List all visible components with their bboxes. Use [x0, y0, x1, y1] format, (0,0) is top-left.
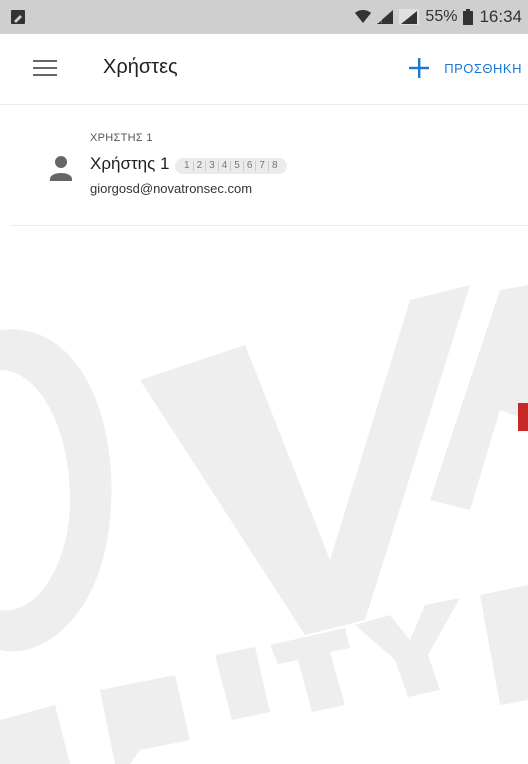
status-time: 16:34 [479, 7, 522, 26]
person-icon [50, 156, 72, 181]
user-name: Χρήστης 1 [90, 154, 170, 173]
notification-icon [11, 10, 25, 24]
slot-badges: 1 2 3 4 5 6 7 8 [175, 158, 287, 174]
hamburger-menu-icon[interactable] [33, 59, 57, 77]
battery-icon [463, 9, 474, 25]
slot-badge: 1 [181, 161, 194, 171]
add-button-label: ΠΡΟΣΘΗΚΗ [444, 60, 522, 76]
add-user-button[interactable]: ΠΡΟΣΘΗΚΗ [408, 48, 528, 88]
status-bar: R 55% 16:34 [0, 0, 528, 34]
slot-badge: 8 [271, 160, 278, 171]
slot-badge: 2 [194, 161, 207, 171]
slot-badge: 3 [206, 161, 219, 171]
list-item[interactable]: ΧΡΗΣΤΗΣ 1 Χρήστης 1 1 2 3 4 5 6 7 8 gior… [10, 105, 528, 226]
page-title: Χρήστες [103, 56, 178, 78]
signal-icon-2 [399, 9, 420, 25]
wifi-icon [355, 10, 372, 24]
side-marker [518, 403, 528, 431]
signal-icon: R [377, 10, 394, 24]
svg-text:R: R [378, 19, 383, 24]
slot-badge: 5 [231, 161, 244, 171]
user-email: giorgosd@novatronsec.com [90, 181, 253, 196]
slot-badge: 7 [256, 161, 269, 171]
app-bar: Χρήστες ΠΡΟΣΘΗΚΗ [0, 34, 528, 105]
plus-icon [409, 58, 430, 78]
user-overline: ΧΡΗΣΤΗΣ 1 [90, 132, 153, 144]
slot-badge: 4 [219, 161, 232, 171]
battery-percent: 55% [425, 8, 458, 25]
slot-badge: 6 [244, 161, 257, 171]
